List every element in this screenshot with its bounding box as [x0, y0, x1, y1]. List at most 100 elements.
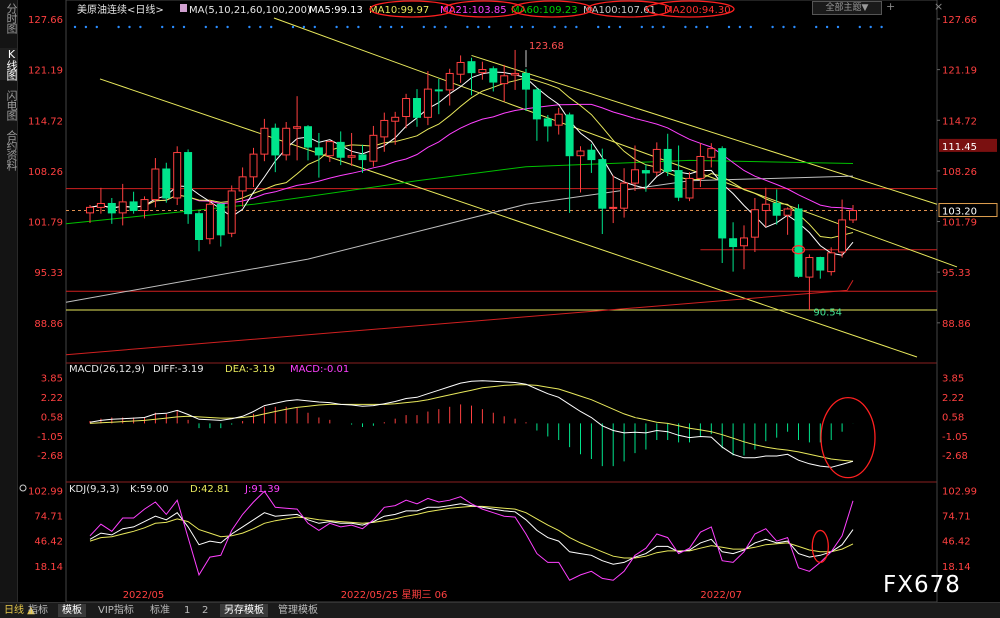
candle-body-3: [118, 201, 127, 214]
macd-dea-label: DEA:-3.19: [225, 364, 275, 375]
candle-body-26: [369, 134, 378, 162]
sidebar-item-4[interactable]: 合约资料: [0, 130, 18, 170]
event-dot: [248, 25, 251, 29]
event-dot: [182, 25, 186, 29]
event-dot: [313, 25, 316, 29]
event-dot: [564, 25, 567, 29]
event-dot: [488, 25, 491, 29]
candle-body-46: [587, 149, 596, 161]
bottom-tab-3[interactable]: VIP指标: [94, 604, 138, 617]
kdj-j-line: [89, 490, 854, 581]
price-tag-current: 103.20: [942, 207, 977, 218]
ma10-line: [89, 77, 854, 239]
event-dot: [618, 25, 622, 29]
macd-title: MACD(26,12,9): [69, 364, 145, 375]
candle-body-37: [489, 68, 498, 83]
event-dot: [880, 25, 883, 29]
event-dot: [662, 25, 665, 29]
candle-body-13: [227, 190, 236, 234]
candle-body-12: [216, 203, 225, 236]
y-tick-left-0: 127.66: [28, 15, 63, 26]
kdj-tick-left-3: 18.14: [34, 562, 63, 573]
candle-body-1: [96, 202, 105, 208]
sidebar-item-2[interactable]: K线图: [0, 48, 18, 80]
ma5-label: MA5:99.13: [309, 5, 363, 16]
candle-body-34: [456, 61, 465, 75]
event-dot: [291, 25, 295, 29]
sidebar-item-1[interactable]: 分时图: [0, 3, 18, 33]
candle-body-56: [696, 155, 705, 179]
y-tick-right-6: 88.86: [942, 319, 971, 330]
y-tick-right-1: 121.19: [942, 66, 977, 77]
candle-body-48: [609, 206, 618, 209]
candle-body-0: [86, 206, 94, 214]
candle-body-36: [478, 69, 487, 74]
bottom-tab-2[interactable]: 模板: [58, 604, 86, 617]
candle-body-10: [195, 213, 203, 241]
high-annotation: 123.68: [529, 41, 564, 52]
bottom-tab-4[interactable]: 标准: [146, 604, 174, 617]
event-dot: [738, 25, 742, 29]
kdj-k-label: K:59.00: [130, 484, 169, 495]
candle-body-55: [685, 177, 694, 199]
candle-body-66: [805, 257, 814, 278]
event-dot: [302, 25, 306, 29]
candle-body-15: [249, 153, 258, 178]
event-dot: [400, 25, 404, 29]
close-icon[interactable]: ×: [934, 1, 943, 13]
candle-body-31: [423, 88, 432, 118]
event-dot: [389, 25, 393, 29]
add-icon[interactable]: +: [886, 1, 895, 13]
candle-body-68: [827, 252, 836, 273]
event-dot: [117, 25, 120, 29]
ma100-label: MA100:107.61: [583, 5, 656, 16]
candle-body-2: [107, 202, 116, 214]
candle-body-29: [402, 98, 411, 118]
kdj-tick-right-2: 46.42: [942, 537, 971, 548]
event-dot: [684, 25, 687, 29]
kdj-tick-right-1: 74.71: [942, 512, 971, 523]
ma21-label: MA21:103.85: [440, 5, 507, 16]
event-dot: [477, 25, 480, 29]
bottom-tab-8[interactable]: 管理模板: [274, 604, 322, 617]
event-dot: [869, 25, 872, 29]
candle-body-45: [576, 150, 585, 157]
event-dot: [607, 25, 611, 29]
kdj-k-line: [89, 503, 854, 565]
event-dot: [553, 25, 556, 29]
macd-tick-left-2: 0.58: [41, 413, 63, 424]
y-tick-left-4: 101.79: [28, 218, 63, 229]
macd-tick-right-0: 3.85: [942, 374, 964, 385]
chevron-down-icon: ▼: [861, 3, 869, 13]
price-tag-1: 111.45: [942, 142, 977, 153]
bottom-tab-5[interactable]: 1: [180, 604, 194, 617]
candle-body-70: [849, 210, 857, 221]
ma60-line: [65, 159, 854, 225]
candle-body-61: [750, 209, 759, 238]
macd-diff-label: DIFF:-3.19: [153, 364, 204, 375]
macd-tick-left-3: -1.05: [37, 432, 63, 443]
event-dot: [270, 25, 273, 29]
event-dot: [346, 25, 349, 29]
y-tick-right-4: 101.79: [942, 218, 977, 229]
candle-body-57: [707, 148, 716, 158]
bottom-tab-6[interactable]: 2: [198, 604, 212, 617]
bottom-tab-7[interactable]: 另存模板: [220, 604, 268, 617]
ma5-line: [89, 71, 854, 256]
bottom-tab-1[interactable]: 指标: [24, 604, 52, 617]
candle-body-5: [140, 199, 149, 212]
event-dot: [466, 25, 469, 29]
event-dot: [84, 25, 88, 29]
settings-icon: [180, 4, 187, 12]
macd-tick-right-3: -1.05: [942, 432, 968, 443]
trendline-mid: [471, 54, 938, 205]
event-dot: [575, 25, 578, 29]
x-tick-2: 2022/07: [700, 590, 742, 601]
candle-body-50: [631, 169, 639, 184]
candle-body-18: [282, 127, 291, 156]
chart-title: 美原油连续<日线>: [77, 3, 164, 16]
theme-button[interactable]: 全部主题▼: [812, 1, 882, 15]
kdj-tick-right-0: 102.99: [942, 486, 977, 497]
candle-body-65: [794, 208, 803, 277]
sidebar-item-3[interactable]: 闪电图: [0, 90, 18, 120]
